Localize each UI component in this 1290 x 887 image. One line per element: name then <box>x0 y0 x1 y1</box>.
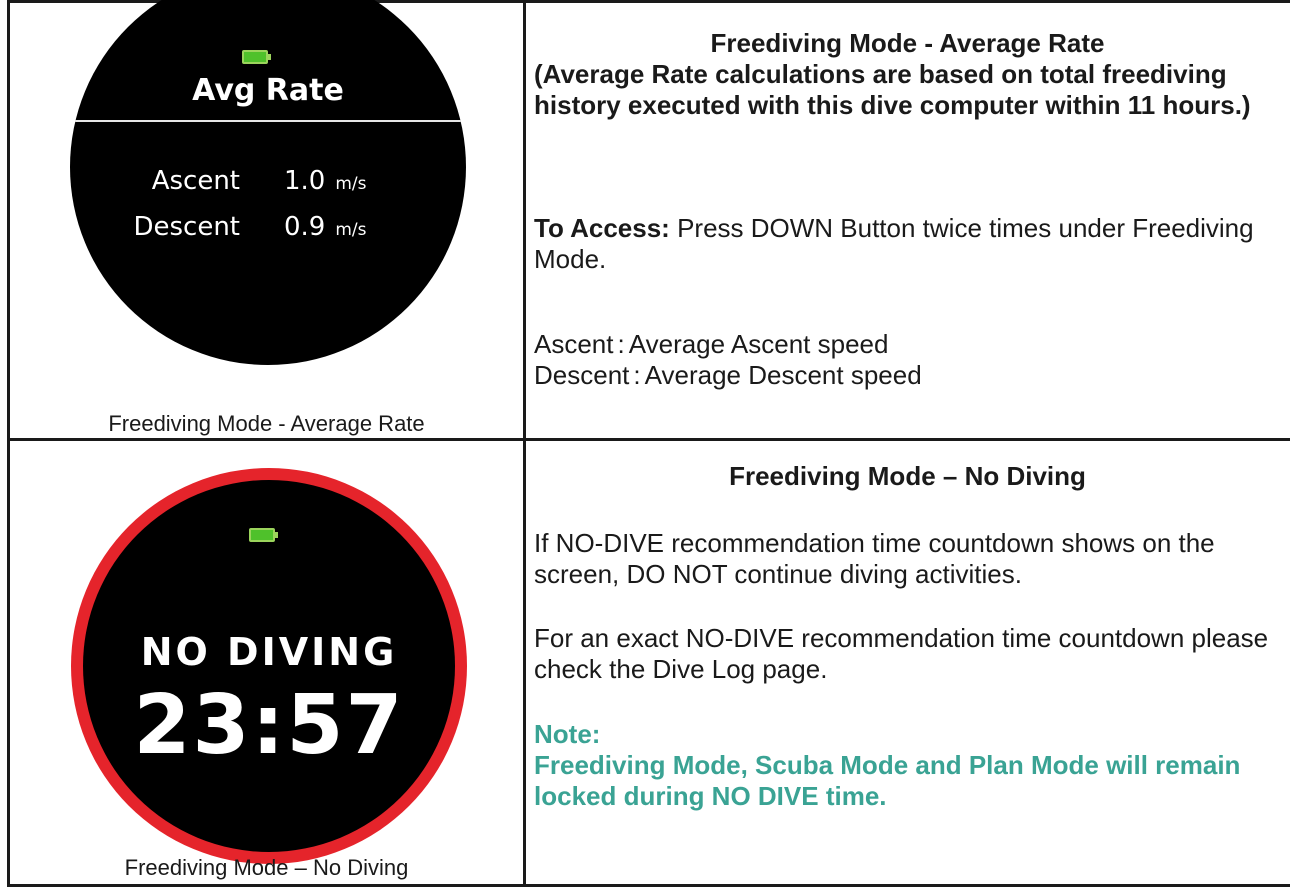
section-heading: Freediving Mode – No Diving <box>534 461 1281 492</box>
description-cell: Freediving Mode – No Diving If NO-DIVE r… <box>525 440 1290 886</box>
watch-unit: m/s <box>335 174 366 194</box>
descent-definition: Descent:Average Descent speed <box>534 360 1281 391</box>
watch-red-ring: NO DIVING 23:57 <box>71 468 467 864</box>
access-label: To Access: <box>534 213 670 243</box>
manual-table: Avg Rate Ascent 1.0m/s Descent 0.9m/s Fr… <box>7 0 1290 887</box>
description-cell: Freediving Mode - Average Rate (Average … <box>525 2 1290 440</box>
battery-icon <box>242 50 268 64</box>
watch-screen-no-diving: NO DIVING 23:57 <box>83 480 455 852</box>
note-block: Note: Freediving Mode, Scuba Mode and Pl… <box>534 719 1281 812</box>
watch-ascent-label: Ascent <box>152 166 240 196</box>
table-row-no-diving: NO DIVING 23:57 Freediving Mode – No Div… <box>9 440 1290 886</box>
section-subheading: (Average Rate calculations are based on … <box>534 59 1281 121</box>
watch-unit: m/s <box>335 220 366 240</box>
watch-title: Avg Rate <box>70 73 466 108</box>
watch-ascent-value: 1.0m/s <box>284 166 367 196</box>
watch-image-cell: NO DIVING 23:57 Freediving Mode – No Div… <box>9 440 525 886</box>
battery-icon <box>249 528 275 542</box>
watch-descent-label: Descent <box>133 212 240 242</box>
no-diving-label: NO DIVING <box>83 630 455 674</box>
no-diving-timer: 23:57 <box>83 678 455 773</box>
access-instructions: To Access: Press DOWN Button twice times… <box>534 213 1281 275</box>
watch-image-cell: Avg Rate Ascent 1.0m/s Descent 0.9m/s Fr… <box>9 2 525 440</box>
note-text: Freediving Mode, Scuba Mode and Plan Mod… <box>534 750 1281 812</box>
image-caption: Freediving Mode - Average Rate <box>10 411 523 437</box>
paragraph: For an exact NO-DIVE recommendation time… <box>534 623 1281 685</box>
watch-screen-avg-rate: Avg Rate Ascent 1.0m/s Descent 0.9m/s <box>70 0 466 365</box>
image-caption: Freediving Mode – No Diving <box>10 855 523 881</box>
watch-descent-value: 0.9m/s <box>284 212 367 242</box>
watch-divider <box>70 120 466 122</box>
note-label: Note: <box>534 719 1281 750</box>
ascent-definition: Ascent:Average Ascent speed <box>534 329 1281 360</box>
table-row-average-rate: Avg Rate Ascent 1.0m/s Descent 0.9m/s Fr… <box>9 2 1290 440</box>
section-heading: Freediving Mode - Average Rate <box>534 28 1281 59</box>
paragraph: If NO-DIVE recommendation time countdown… <box>534 528 1281 590</box>
